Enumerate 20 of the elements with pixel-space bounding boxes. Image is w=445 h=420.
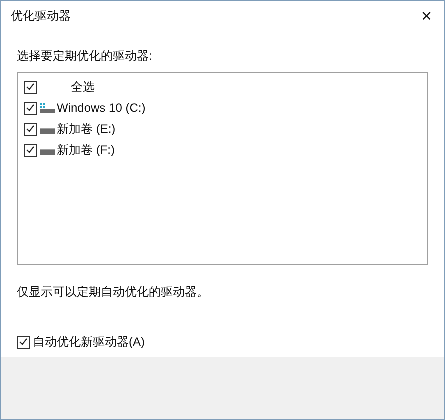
system-drive-icon xyxy=(39,102,55,114)
checkbox[interactable] xyxy=(17,336,30,348)
window-title: 优化驱动器 xyxy=(11,8,71,25)
drive-label[interactable]: 全选 xyxy=(71,78,95,96)
checkmark-icon xyxy=(26,83,35,91)
drive-label[interactable]: 新加卷 (E:) xyxy=(57,120,116,138)
prompt-label: 选择要定期优化的驱动器: xyxy=(17,48,154,65)
drive-label[interactable]: Windows 10 (C:) xyxy=(57,99,146,117)
checkbox[interactable] xyxy=(24,122,37,136)
note-text: 仅显示可以定期自动优化的驱动器。 xyxy=(17,284,210,301)
checkmark-icon xyxy=(26,104,35,112)
close-button[interactable]: × xyxy=(421,7,432,25)
checkmark-icon xyxy=(26,125,35,133)
checkmark-icon xyxy=(19,338,28,346)
checkbox[interactable] xyxy=(24,144,37,156)
auto-optimize-label[interactable]: 自动优化新驱动器(A) xyxy=(33,333,145,351)
drive-label[interactable]: 新加卷 (F:) xyxy=(57,141,115,159)
checkbox[interactable] xyxy=(24,102,37,114)
checkbox[interactable] xyxy=(24,80,37,94)
checkmark-icon xyxy=(26,146,35,154)
